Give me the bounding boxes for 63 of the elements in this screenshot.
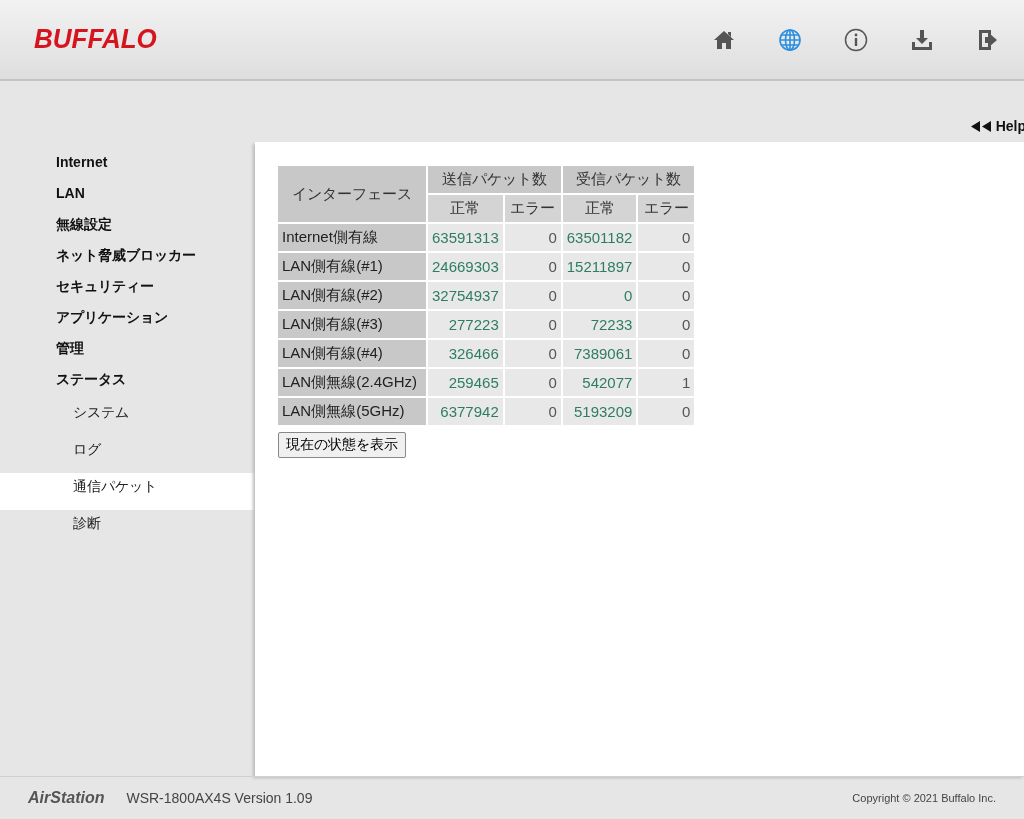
- table-cell: 6377942: [428, 398, 503, 425]
- sidebar-item[interactable]: アプリケーション: [0, 306, 255, 337]
- info-icon[interactable]: [844, 27, 868, 52]
- row-label: LAN側有線(#1): [278, 253, 426, 280]
- sidebar-subitem[interactable]: ログ: [0, 436, 255, 473]
- sidebar-subitem[interactable]: システム: [0, 399, 255, 436]
- table-cell: 0: [504, 398, 561, 425]
- copyright-text: Copyright © 2021 Buffalo Inc.: [852, 792, 996, 804]
- sidebar-item[interactable]: ネット脅威ブロッカー: [0, 244, 255, 275]
- table-cell: 32754937: [428, 282, 503, 309]
- row-label: LAN側無線(2.4GHz): [278, 369, 426, 396]
- sidebar-item[interactable]: 無線設定: [0, 213, 255, 244]
- table-cell: 259465: [428, 369, 503, 396]
- table-cell: 0: [638, 282, 695, 309]
- table-cell: 63591313: [428, 224, 503, 251]
- table-cell: 0: [638, 311, 695, 338]
- table-cell: 63501182: [562, 224, 637, 251]
- column-header: インターフェース: [278, 166, 426, 222]
- row-label: LAN側有線(#2): [278, 282, 426, 309]
- sidebar-item[interactable]: セキュリティー: [0, 275, 255, 306]
- sidebar-item[interactable]: LAN: [0, 182, 255, 213]
- buffalo-logo: BUFFALO: [34, 23, 157, 56]
- column-header: エラー: [638, 195, 695, 222]
- globe-icon[interactable]: [778, 27, 802, 52]
- table-cell: 0: [562, 282, 637, 309]
- table-cell: 0: [504, 340, 561, 367]
- show-current-status-button[interactable]: 現在の状態を表示: [278, 432, 406, 458]
- column-header: エラー: [504, 195, 561, 222]
- column-header: 正常: [428, 195, 503, 222]
- table-cell: 15211897: [562, 253, 637, 280]
- table-cell: 326466: [428, 340, 503, 367]
- row-label: Internet側有線: [278, 224, 426, 251]
- row-label: LAN側有線(#3): [278, 311, 426, 338]
- table-cell: 0: [638, 253, 695, 280]
- table-cell: 0: [638, 340, 695, 367]
- column-header: 受信パケット数: [562, 166, 695, 193]
- table-cell: 0: [638, 224, 695, 251]
- sidebar-item[interactable]: ステータス: [0, 368, 255, 399]
- sidebar-subitem[interactable]: 通信パケット: [0, 473, 255, 510]
- table-cell: 542077: [562, 369, 637, 396]
- table-cell: 7389061: [562, 340, 637, 367]
- table-cell: 0: [504, 311, 561, 338]
- column-header: 正常: [562, 195, 637, 222]
- table-cell: 72233: [562, 311, 637, 338]
- table-cell: 1: [638, 369, 695, 396]
- row-label: LAN側有線(#4): [278, 340, 426, 367]
- table-cell: 0: [504, 282, 561, 309]
- table-cell: 24669303: [428, 253, 503, 280]
- version-text: WSR-1800AX4S Version 1.09: [126, 790, 313, 806]
- double-arrow-left-icon: [970, 120, 991, 132]
- row-label: LAN側無線(5GHz): [278, 398, 426, 425]
- table-cell: 0: [638, 398, 695, 425]
- table-cell: 0: [504, 253, 561, 280]
- table-cell: 277223: [428, 311, 503, 338]
- sidebar-item[interactable]: 管理: [0, 337, 255, 368]
- download-icon[interactable]: [910, 27, 934, 52]
- sidebar-subitem[interactable]: 診断: [0, 510, 255, 547]
- column-header: 送信パケット数: [428, 166, 561, 193]
- sidebar-item[interactable]: Internet: [0, 151, 255, 182]
- table-cell: 0: [504, 369, 561, 396]
- table-cell: 5193209: [562, 398, 637, 425]
- product-logo: AirStation: [28, 789, 105, 807]
- table-cell: 0: [504, 224, 561, 251]
